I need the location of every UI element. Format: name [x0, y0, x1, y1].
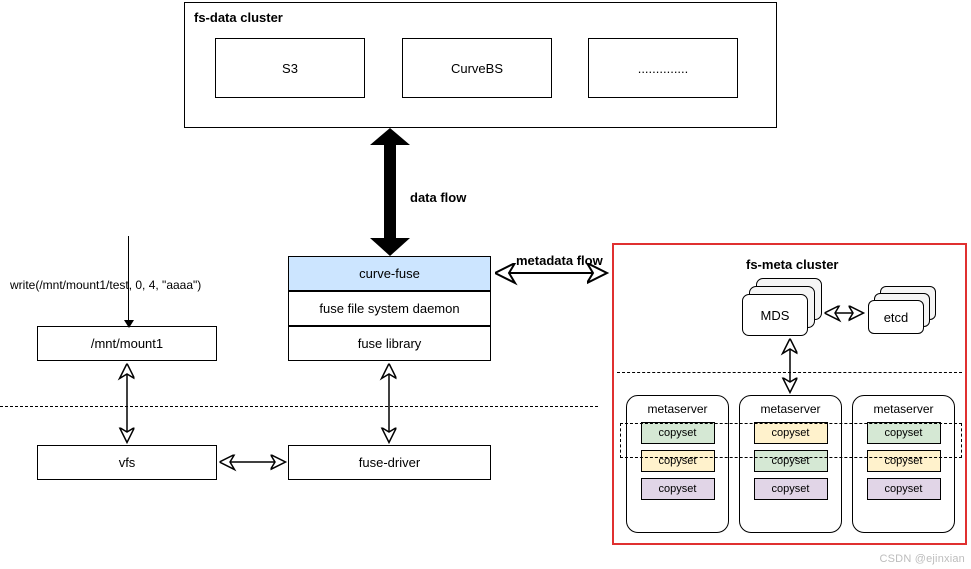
mount-box: /mnt/mount1 — [37, 326, 217, 361]
vfs-box: vfs — [37, 445, 217, 480]
etcd-stack: etcd — [868, 286, 938, 334]
data-flow-arrow-icon — [370, 128, 410, 256]
fs-data-title: fs-data cluster — [194, 10, 283, 25]
fuse-library-box: fuse library — [288, 326, 491, 361]
fs-meta-divider — [617, 372, 962, 373]
metaserver-2: metaserver copyset copyset copyset — [739, 395, 842, 533]
ellipsis-box: .............. — [588, 38, 738, 98]
watermark-label: CSDN @ejinxian — [880, 553, 966, 565]
fuse-driver-box: fuse-driver — [288, 445, 491, 480]
data-flow-label: data flow — [410, 190, 466, 205]
fuse-daemon-box: fuse file system daemon — [288, 291, 491, 326]
metaserver-1: metaserver copyset copyset copyset — [626, 395, 729, 533]
curve-fuse-box: curve-fuse — [288, 256, 491, 291]
copyset-replication-selection — [620, 423, 962, 458]
mds-stack: MDS — [742, 278, 822, 336]
curvebs-box: CurveBS — [402, 38, 552, 98]
kernel-userspace-divider — [0, 406, 598, 407]
metaserver-3: metaserver copyset copyset copyset — [852, 395, 955, 533]
copyset-box: copyset — [754, 478, 828, 500]
s3-box: S3 — [215, 38, 365, 98]
fs-meta-title: fs-meta cluster — [746, 257, 838, 272]
copyset-box: copyset — [641, 478, 715, 500]
write-call-label: write(/mnt/mount1/test, 0, 4, "aaaa") — [10, 278, 201, 292]
copyset-box: copyset — [867, 478, 941, 500]
write-call-arrowhead-icon — [124, 320, 134, 328]
metadata-flow-label: metadata flow — [516, 253, 603, 268]
mds-node-1: MDS — [742, 294, 808, 336]
metaserver-1-title: metaserver — [627, 402, 728, 416]
etcd-node-1: etcd — [868, 300, 924, 334]
metaserver-3-title: metaserver — [853, 402, 954, 416]
metaserver-2-title: metaserver — [740, 402, 841, 416]
